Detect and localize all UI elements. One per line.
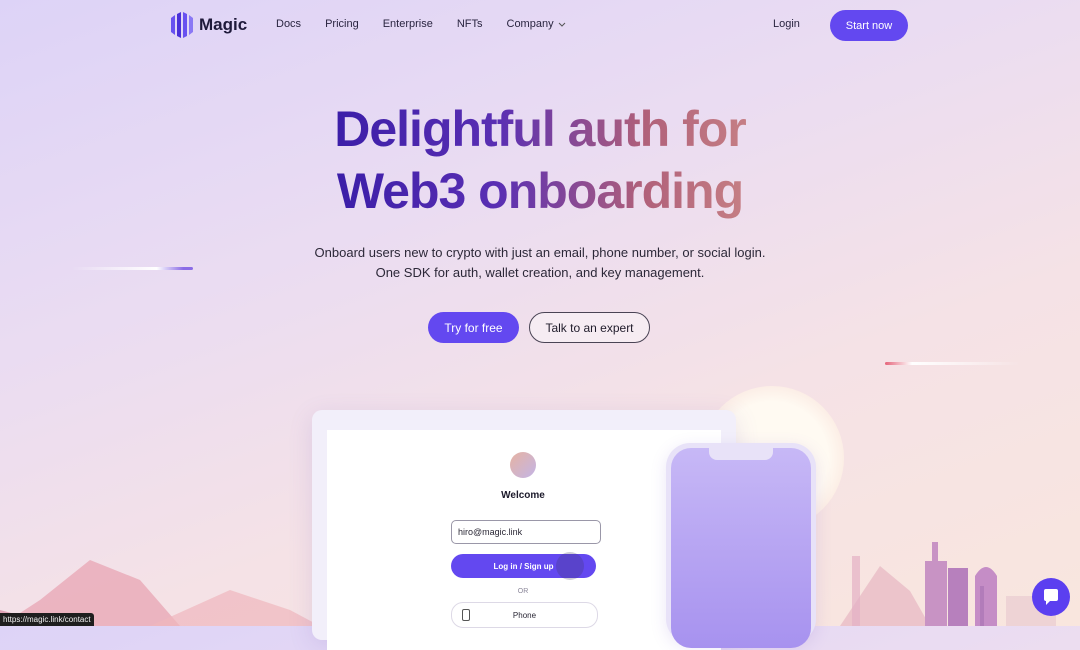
- nav-company[interactable]: Company: [507, 18, 566, 30]
- logo-text: Magic: [199, 15, 248, 34]
- nav-docs[interactable]: Docs: [276, 18, 301, 30]
- try-for-free-button[interactable]: Try for free: [428, 312, 519, 343]
- hero-subtitle: Onboard users new to crypto with just an…: [0, 243, 1080, 283]
- status-bar-url: https://magic.link/contact: [0, 613, 94, 626]
- nav-company-label: Company: [506, 18, 554, 30]
- hero-subtitle-line2: One SDK for auth, wallet creation, and k…: [375, 265, 705, 280]
- nav-enterprise[interactable]: Enterprise: [383, 18, 433, 30]
- cta-row: Try for free Talk to an expert: [428, 312, 650, 343]
- avatar: [510, 452, 536, 478]
- phone-mockup: [666, 443, 816, 648]
- email-field[interactable]: hiro@magic.link: [451, 520, 601, 544]
- chevron-down-icon: [558, 22, 565, 27]
- start-now-button[interactable]: Start now: [830, 10, 908, 41]
- chat-button[interactable]: [1032, 578, 1070, 616]
- chat-icon: [1044, 589, 1058, 605]
- top-nav: Magic Docs Pricing Enterprise NFTs Compa…: [0, 0, 1080, 52]
- decor-streak-left: [72, 267, 193, 270]
- decor-streak-right: [885, 362, 1020, 365]
- hero-title-line2: Web3 onboarding: [336, 163, 744, 219]
- nav-links: Docs Pricing Enterprise NFTs Company: [276, 18, 590, 30]
- hero-subtitle-line1: Onboard users new to crypto with just an…: [314, 245, 766, 260]
- nav-nfts[interactable]: NFTs: [457, 18, 483, 30]
- phone-screen: [671, 448, 811, 648]
- phone-button-label: Phone: [512, 610, 537, 620]
- login-link[interactable]: Login: [773, 18, 800, 30]
- nav-pricing[interactable]: Pricing: [325, 18, 359, 30]
- hero-title-line1: Delightful auth for: [334, 101, 746, 157]
- phone-notch: [709, 448, 773, 460]
- logo[interactable]: Magic: [169, 12, 247, 38]
- phone-login-button[interactable]: Phone: [451, 602, 598, 628]
- cursor-indicator: [556, 552, 584, 580]
- hero-title: Delightful auth for Web3 onboarding: [0, 98, 1080, 222]
- talk-to-expert-button[interactable]: Talk to an expert: [529, 312, 650, 343]
- phone-icon: [462, 609, 470, 621]
- magic-logo-icon: [171, 12, 193, 38]
